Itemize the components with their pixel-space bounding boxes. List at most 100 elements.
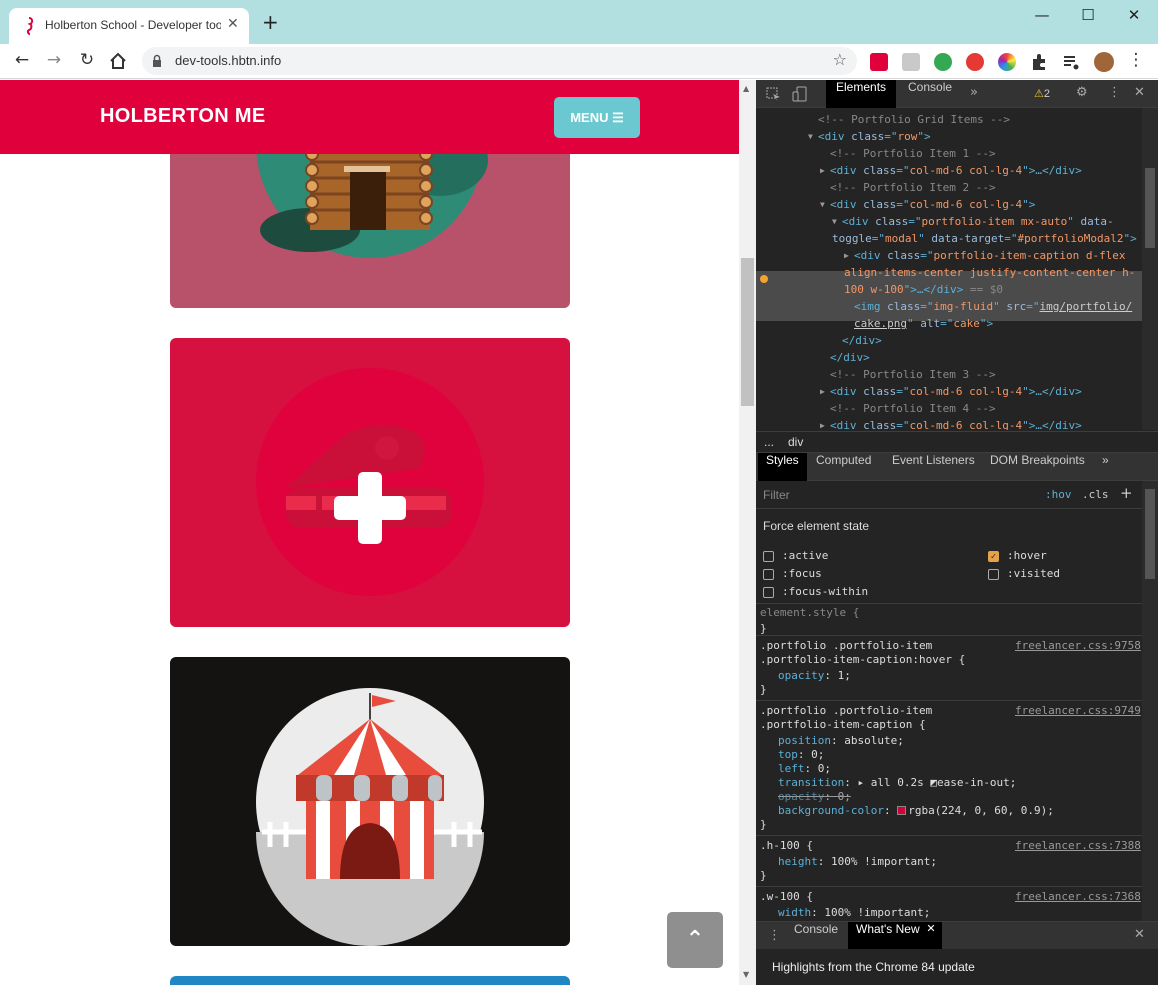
state-checkbox[interactable]: [763, 587, 774, 598]
expand-arrow-icon[interactable]: ▶: [820, 163, 825, 179]
rule-source-link[interactable]: freelancer.css:7368: [1015, 890, 1141, 903]
tab-computed[interactable]: Computed: [808, 453, 879, 481]
more-tabs-icon[interactable]: »: [970, 85, 978, 100]
profile-avatar[interactable]: [1094, 52, 1114, 72]
tab-console[interactable]: Console: [898, 80, 962, 108]
dom-line[interactable]: ▼ <div class="col-md-6 col-lg-4">: [820, 197, 1035, 213]
dom-line[interactable]: </div>: [830, 350, 870, 366]
css-property-name[interactable]: top: [778, 748, 798, 761]
css-property-value[interactable]: 100% !important;: [831, 855, 937, 868]
collapse-arrow-icon[interactable]: ▼: [820, 197, 825, 213]
site-brand[interactable]: HOLBERTON ME: [100, 105, 265, 128]
portfolio-item-cake[interactable]: [170, 338, 570, 627]
rule-selector[interactable]: .portfolio-item-caption:hover {: [760, 653, 965, 666]
dom-line[interactable]: <!-- Portfolio Grid Items -->: [818, 112, 1010, 128]
url-text[interactable]: dev-tools.hbtn.info: [175, 53, 281, 68]
bookmark-star-icon[interactable]: ☆: [833, 50, 847, 69]
more-subtabs-icon[interactable]: »: [1094, 453, 1117, 481]
tab-event-listeners[interactable]: Event Listeners: [884, 453, 983, 481]
browser-menu-icon[interactable]: ⋮: [1124, 50, 1148, 72]
css-property[interactable]: background-color: rgba(224, 0, 60, 0.9);: [778, 804, 1054, 817]
portfolio-item-circus[interactable]: [170, 657, 570, 946]
close-drawer-icon[interactable]: ✕: [1134, 927, 1145, 942]
dom-line[interactable]: ▼ <div class="portfolio-item mx-auto" da…: [832, 214, 1114, 230]
rule-selector[interactable]: .portfolio .portfolio-item: [760, 704, 932, 717]
hov-toggle[interactable]: :hov: [1045, 488, 1072, 501]
warnings-badge[interactable]: ⚠2: [1034, 87, 1050, 100]
state-checkbox[interactable]: ✓: [988, 551, 999, 562]
extension-red-icon[interactable]: [870, 53, 888, 71]
back-arrow-icon[interactable]: ←: [10, 50, 34, 72]
dom-line[interactable]: ▶ <div class="col-md-6 col-lg-4">…</div>: [820, 384, 1082, 400]
settings-gear-icon[interactable]: ⚙: [1076, 85, 1088, 100]
css-property[interactable]: width: 100% !important;: [778, 906, 930, 919]
rule-selector[interactable]: .portfolio .portfolio-item: [760, 639, 932, 652]
css-property-name[interactable]: left: [778, 762, 805, 775]
tab-elements[interactable]: Elements: [826, 80, 897, 108]
collapse-arrow-icon[interactable]: ▼: [808, 129, 813, 145]
dom-line[interactable]: <!-- Portfolio Item 3 -->: [830, 367, 996, 383]
extensions-puzzle-icon[interactable]: [1030, 53, 1048, 71]
collapse-arrow-icon[interactable]: ▼: [832, 214, 837, 230]
extension-shield-icon[interactable]: [934, 53, 952, 71]
close-window-button[interactable]: ✕: [1122, 6, 1146, 26]
rule-selector[interactable]: .h-100 {: [760, 839, 813, 852]
extension-flash-icon[interactable]: [966, 53, 984, 71]
css-property-value[interactable]: rgba(224, 0, 60, 0.9);: [908, 804, 1054, 817]
css-property[interactable]: position: absolute;: [778, 734, 904, 747]
devtools-menu-icon[interactable]: ⋮: [1108, 85, 1121, 100]
dom-line[interactable]: <!-- Portfolio Item 2 -->: [830, 180, 996, 196]
tab-close-icon[interactable]: ✕: [227, 16, 239, 32]
cls-toggle[interactable]: .cls: [1082, 488, 1109, 501]
close-devtools-icon[interactable]: ✕: [1134, 85, 1145, 100]
css-property[interactable]: opacity: 0;: [778, 790, 851, 803]
css-property[interactable]: height: 100% !important;: [778, 855, 937, 868]
menu-button[interactable]: MENU ☰: [554, 97, 640, 138]
extension-color-wheel-icon[interactable]: [998, 53, 1016, 71]
inspect-element-icon[interactable]: [766, 87, 781, 102]
css-property-value[interactable]: 0;: [811, 748, 824, 761]
maximize-button[interactable]: ☐: [1076, 6, 1100, 26]
home-icon[interactable]: [108, 52, 128, 70]
dom-line[interactable]: align-items-center justify-content-cente…: [844, 265, 1135, 281]
dom-scrollbar-thumb[interactable]: [1145, 168, 1155, 248]
styles-scrollbar-thumb[interactable]: [1145, 489, 1155, 579]
back-to-top-button[interactable]: ⌃: [667, 912, 723, 968]
css-property-name[interactable]: position: [778, 734, 831, 747]
rule-source-link[interactable]: freelancer.css:7388: [1015, 839, 1141, 852]
drawer-menu-icon[interactable]: ⋮: [768, 928, 781, 943]
dom-line[interactable]: 100 w-100">…</div> == $0: [844, 282, 1003, 298]
rule-selector[interactable]: .portfolio-item-caption {: [760, 718, 926, 731]
reload-icon[interactable]: ↻: [75, 50, 99, 72]
css-property-value[interactable]: absolute;: [844, 734, 904, 747]
minimize-button[interactable]: —: [1030, 6, 1054, 26]
dom-scrollbar[interactable]: [1142, 108, 1158, 430]
tab-styles[interactable]: Styles: [758, 453, 807, 481]
css-property[interactable]: opacity: 1;: [778, 669, 851, 682]
dom-line[interactable]: ▶ <div class="portfolio-item-caption d-f…: [844, 248, 1126, 264]
page-scrollbar[interactable]: ▲ ▼: [739, 80, 756, 985]
css-property[interactable]: left: 0;: [778, 762, 831, 775]
page-scrollbar-thumb[interactable]: [741, 258, 754, 406]
element-style-selector[interactable]: element.style {: [760, 606, 859, 619]
css-property-value[interactable]: 100% !important;: [824, 906, 930, 919]
extension-window-icon[interactable]: [902, 53, 920, 71]
dom-line[interactable]: ▶ <div class="col-md-6 col-lg-4">…</div>: [820, 163, 1082, 179]
css-property[interactable]: top: 0;: [778, 748, 824, 761]
styles-scrollbar[interactable]: [1142, 481, 1158, 921]
dom-line[interactable]: <!-- Portfolio Item 4 -->: [830, 401, 996, 417]
breadcrumb-div[interactable]: div: [788, 435, 803, 449]
expand-arrow-icon[interactable]: ▶: [844, 248, 849, 264]
scroll-down-arrow-icon[interactable]: ▼: [743, 970, 749, 979]
css-property-value[interactable]: 1;: [838, 669, 851, 682]
rule-source-link[interactable]: freelancer.css:9758: [1015, 639, 1141, 652]
color-swatch-icon[interactable]: [897, 806, 907, 815]
expand-arrow-icon[interactable]: ▶: [820, 418, 825, 430]
dom-line[interactable]: ▼ <div class="row">: [808, 129, 931, 145]
state-checkbox[interactable]: [988, 569, 999, 580]
dom-line[interactable]: ▶ <div class="col-md-6 col-lg-4">…</div>: [820, 418, 1082, 430]
dom-line[interactable]: <img class="img-fluid" src="img/portfoli…: [854, 299, 1132, 315]
css-property-value[interactable]: 0;: [838, 790, 851, 803]
portfolio-item-next[interactable]: [170, 976, 570, 985]
drawer-tab-whats-new[interactable]: What's New ✕: [848, 922, 942, 950]
